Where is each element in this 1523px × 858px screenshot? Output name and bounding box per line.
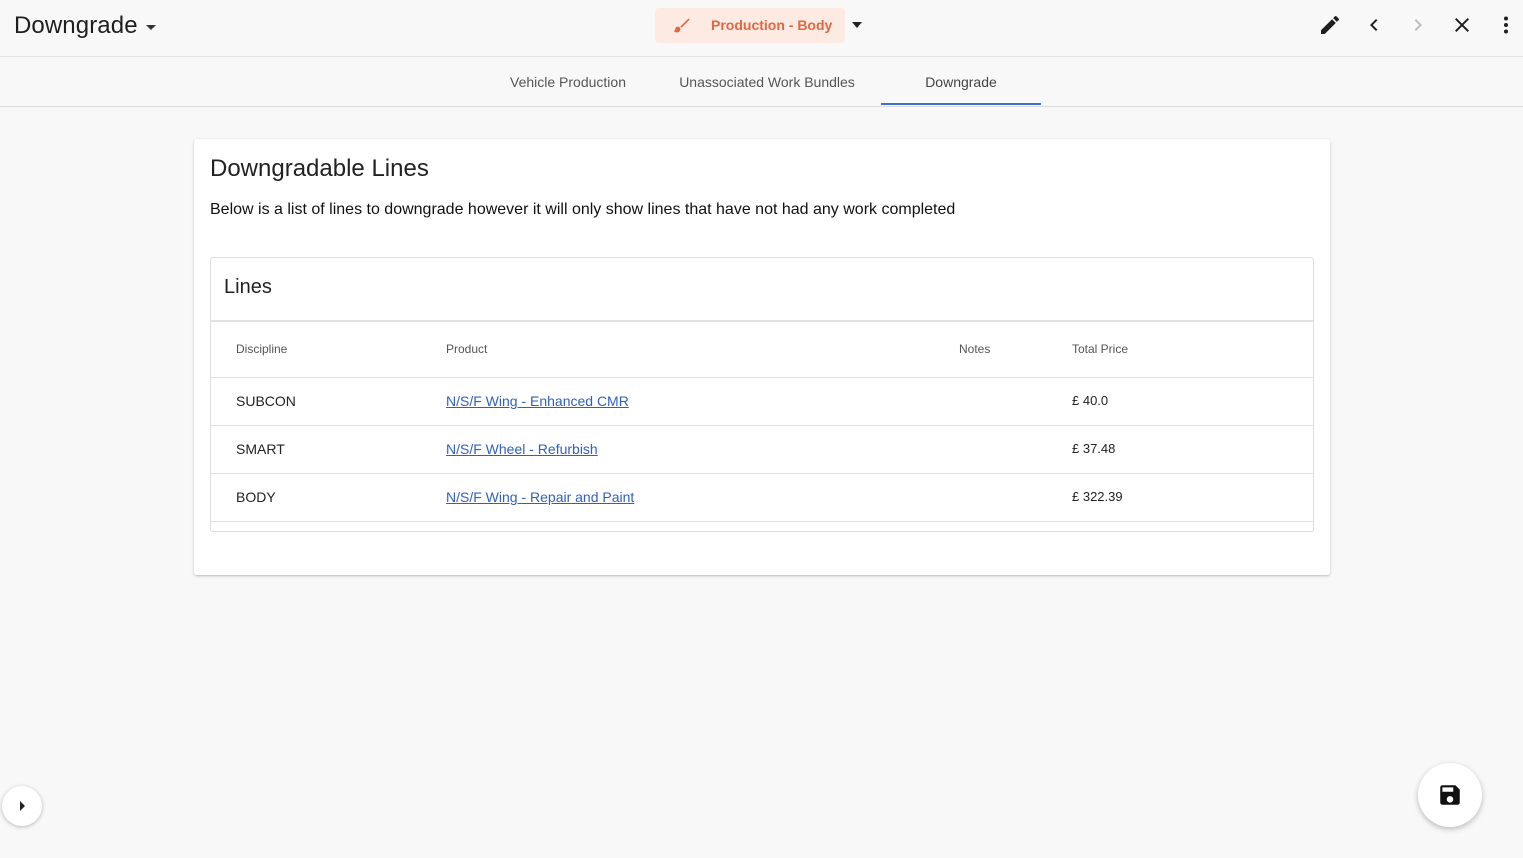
stage-dropdown-icon[interactable] xyxy=(852,22,862,28)
product-link[interactable]: N/S/F Wheel - Refurbish xyxy=(446,441,598,457)
tab-unassociated-work-bundles[interactable]: Unassociated Work Bundles xyxy=(663,57,871,106)
card-description: Below is a list of lines to downgrade ho… xyxy=(210,201,956,218)
total-price-cell: £ 37.48 xyxy=(1072,441,1116,456)
product-link[interactable]: N/S/F Wing - Enhanced CMR xyxy=(446,393,629,409)
table-row: BODY N/S/F Wing - Repair and Paint £ 322… xyxy=(211,474,1313,522)
column-header-notes: Notes xyxy=(959,342,991,356)
lines-title: Lines xyxy=(224,276,272,298)
discipline-cell: SMART xyxy=(236,441,285,457)
total-price-cell: £ 322.39 xyxy=(1072,489,1123,504)
table-row: SUBCON N/S/F Wing - Enhanced CMR £ 40.0 xyxy=(211,378,1313,426)
stage-chip[interactable]: Production - Body xyxy=(655,8,845,43)
column-header-product: Product xyxy=(446,342,488,356)
brush-icon xyxy=(673,18,690,33)
edit-icon[interactable] xyxy=(1318,13,1342,37)
table-header: Discipline Product Notes Total Price xyxy=(211,322,1313,378)
chevron-left-icon[interactable] xyxy=(1362,13,1386,37)
lines-panel: Lines Discipline Product Notes Total Pri… xyxy=(210,257,1314,532)
save-icon xyxy=(1440,785,1460,805)
page-title: Downgrade xyxy=(14,12,138,39)
card-title: Downgradable Lines xyxy=(210,155,429,182)
discipline-cell: SUBCON xyxy=(236,393,296,409)
tab-vehicle-production[interactable]: Vehicle Production xyxy=(490,57,646,106)
close-icon[interactable] xyxy=(1450,13,1474,37)
page-title-menu[interactable]: Downgrade xyxy=(14,10,156,42)
column-header-discipline: Discipline xyxy=(236,342,288,356)
save-button[interactable] xyxy=(1418,763,1482,827)
discipline-cell: BODY xyxy=(236,489,276,505)
stage-label: Production - Body xyxy=(711,17,833,33)
more-vert-icon[interactable] xyxy=(1494,13,1518,37)
active-tab-indicator xyxy=(881,103,1041,105)
title-dropdown-icon xyxy=(145,24,156,30)
top-app-bar: Downgrade Production - Body xyxy=(0,0,1523,57)
downgrade-card: Downgradable Lines Below is a list of li… xyxy=(194,139,1330,575)
tab-downgrade[interactable]: Downgrade xyxy=(881,57,1041,106)
table-row: SMART N/S/F Wheel - Refurbish £ 37.48 xyxy=(211,426,1313,474)
arrow-right-icon xyxy=(20,801,25,811)
total-price-cell: £ 40.0 xyxy=(1072,393,1109,408)
product-link[interactable]: N/S/F Wing - Repair and Paint xyxy=(446,489,634,505)
chevron-right-icon[interactable] xyxy=(1406,13,1430,37)
column-header-total-price: Total Price xyxy=(1072,342,1129,356)
tab-bar: Vehicle Production Unassociated Work Bun… xyxy=(0,57,1523,107)
side-panel-toggle[interactable] xyxy=(2,786,42,826)
